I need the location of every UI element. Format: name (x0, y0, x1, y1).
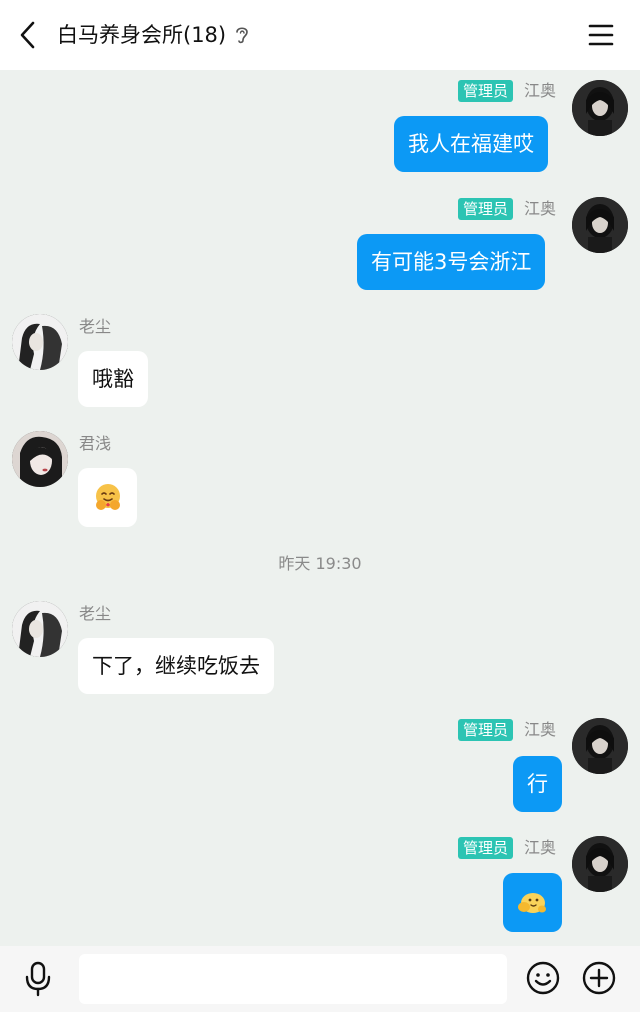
sender-name: 江奥 (524, 81, 557, 100)
message-bubble[interactable]: 我人在福建哎 (394, 116, 548, 172)
message-bubble[interactable]: 下了，继续吃饭去 (78, 638, 274, 694)
message-bubble[interactable]: 有可能3号会浙江 (357, 234, 546, 290)
message-bubble[interactable] (78, 468, 137, 527)
message-bubble[interactable]: 行 (513, 756, 562, 812)
sender-name: 老尘 (79, 604, 112, 623)
sender-name: 江奥 (524, 720, 557, 739)
avatar[interactable] (12, 314, 68, 370)
timestamp: 昨天 19:30 (278, 554, 362, 573)
group-title: 白马养身会所(18) (57, 23, 227, 47)
avatar[interactable] (572, 197, 628, 253)
plus-circle-icon[interactable] (581, 960, 617, 996)
hugging-face-emoji (96, 484, 120, 510)
avatar[interactable] (572, 718, 628, 774)
admin-badge: 管理员 (458, 198, 514, 220)
message-bubble[interactable] (503, 873, 562, 932)
microphone-icon[interactable] (22, 960, 54, 998)
smiley-icon[interactable] (525, 960, 561, 996)
back-arrow-icon[interactable] (14, 20, 42, 50)
sender-name: 君浅 (79, 434, 112, 453)
sender-name: 江奥 (524, 838, 557, 857)
admin-badge: 管理员 (458, 80, 514, 102)
sender-name: 老尘 (79, 317, 112, 336)
avatar[interactable] (572, 836, 628, 892)
message-input[interactable] (79, 954, 507, 1004)
admin-badge: 管理员 (458, 719, 514, 741)
avatar[interactable] (12, 431, 68, 487)
sender-name: 江奥 (524, 199, 557, 218)
chat-header: 白马养身会所(18) (0, 0, 640, 70)
message-bubble[interactable]: 哦豁 (78, 351, 148, 407)
admin-badge: 管理员 (458, 837, 514, 859)
menu-icon[interactable] (587, 21, 615, 49)
ear-icon (236, 27, 248, 44)
hug-sticker-emoji (518, 893, 546, 913)
avatar[interactable] (572, 80, 628, 136)
message-list[interactable]: 管理员 江奥 我人在福建哎 管理员 江奥 有可能3号会浙江 老尘 哦豁 君浅 昨… (0, 70, 640, 946)
avatar[interactable] (12, 601, 68, 657)
